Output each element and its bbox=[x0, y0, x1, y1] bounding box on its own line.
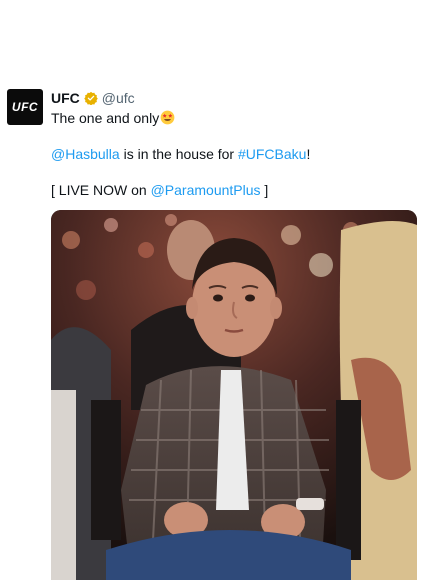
tweet-line-1: The one and only bbox=[51, 110, 175, 126]
account-handle[interactable]: @ufc bbox=[102, 90, 135, 106]
verified-badge-icon bbox=[84, 91, 98, 105]
live-now-text: [ LIVE NOW on bbox=[51, 182, 151, 198]
tweet-line-2: @Hasbulla is in the house for #UFCBaku! bbox=[51, 146, 310, 162]
tweet: UFC UFC @ufc The one and only @Hasbulla … bbox=[0, 0, 433, 580]
tweet-text: The one and only bbox=[51, 110, 160, 126]
tweet-photo[interactable] bbox=[51, 210, 417, 580]
star-struck-emoji-icon bbox=[160, 110, 175, 125]
bracket-close-text: ] bbox=[260, 182, 269, 198]
tweet-text-middle: is in the house for bbox=[119, 146, 238, 162]
tweet-header: UFC @ufc bbox=[51, 89, 135, 107]
ufc-avatar[interactable]: UFC bbox=[7, 89, 43, 125]
account-name[interactable]: UFC bbox=[51, 90, 80, 106]
mention-hasbulla-link[interactable]: @Hasbulla bbox=[51, 146, 120, 162]
photo-illustration bbox=[51, 210, 417, 580]
tweet-line-3: [ LIVE NOW on @ParamountPlus ] bbox=[51, 182, 268, 198]
mention-paramountplus-link[interactable]: @ParamountPlus bbox=[151, 182, 261, 198]
avatar-text: UFC bbox=[11, 100, 39, 114]
tweet-text-end: ! bbox=[306, 146, 311, 162]
hashtag-ufcbaku-link[interactable]: #UFCBaku bbox=[238, 146, 306, 162]
